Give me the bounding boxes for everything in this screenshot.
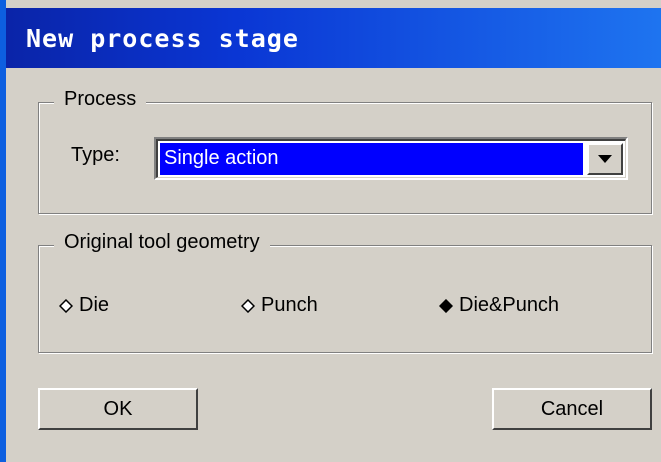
dropdown-arrow-button[interactable] [587, 143, 623, 175]
radio-die-and-punch[interactable]: Die&Punch [439, 294, 559, 317]
radio-die-label: Die [79, 294, 110, 316]
dialog-window: New process stage Process Type: Single a… [0, 0, 661, 462]
type-label: Type: [71, 144, 120, 166]
process-group-label: Process [54, 88, 147, 111]
type-dropdown[interactable]: Single action [154, 137, 628, 180]
process-group: Process Type: Single action [38, 88, 652, 214]
radio-die[interactable]: Die [59, 294, 109, 317]
radio-die-and-punch-label: Die&Punch [459, 294, 560, 316]
title-bar[interactable]: New process stage [6, 8, 661, 68]
radio-unselected-icon [59, 298, 73, 313]
type-dropdown-value[interactable]: Single action [160, 143, 583, 175]
cancel-button[interactable]: Cancel [492, 388, 652, 430]
ok-button[interactable]: OK [38, 388, 198, 430]
geometry-group: Original tool geometry Die Punch Die&Pun… [38, 231, 652, 353]
type-dropdown-field: Single action [156, 139, 626, 178]
chevron-down-icon [598, 155, 612, 163]
radio-punch[interactable]: Punch [241, 294, 318, 317]
radio-punch-label: Punch [261, 294, 318, 316]
geometry-group-label: Original tool geometry [54, 231, 270, 254]
window-title: New process stage [26, 24, 299, 53]
radio-selected-icon [439, 298, 453, 313]
radio-unselected-icon [241, 298, 255, 313]
